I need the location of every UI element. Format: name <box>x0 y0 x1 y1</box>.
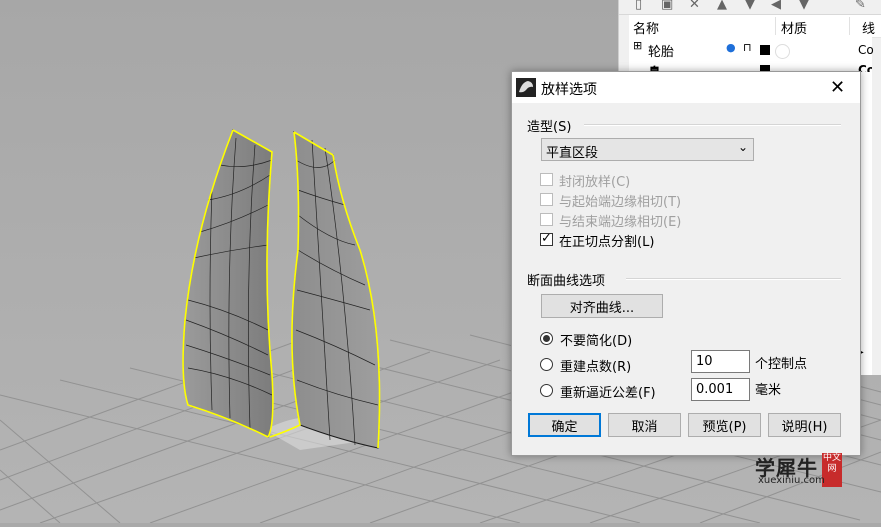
ok-button[interactable]: 确定 <box>528 413 601 437</box>
new-sublayer-icon[interactable]: ▣ <box>661 0 673 12</box>
style-section-label: 造型(S) <box>527 120 572 135</box>
column-name[interactable]: 名称 <box>633 18 659 37</box>
match-start-tangent-label: 与起始端边缘相切(T) <box>559 195 682 210</box>
do-not-simplify-radio[interactable] <box>540 332 553 345</box>
help-button[interactable]: 说明(H) <box>768 413 841 437</box>
watermark-stamp: 中文网 <box>822 453 842 487</box>
checkmark-icon: ✓ <box>541 231 552 246</box>
close-loft-label: 封闭放样(C) <box>559 175 631 190</box>
refit-unit-label: 毫米 <box>755 383 782 398</box>
layers-table-header: 名称 材质 线 <box>629 15 881 38</box>
match-end-tangent-checkbox[interactable] <box>540 213 553 226</box>
watermark-url: xuexiniu.com <box>758 475 825 486</box>
refit-radio[interactable] <box>540 384 553 397</box>
divider <box>584 124 841 126</box>
style-dropdown-value: 平直区段 <box>546 146 599 161</box>
close-button[interactable]: ✕ <box>815 72 860 103</box>
rebuild-label: 重建点数(R) <box>560 360 632 375</box>
radio-selected-dot <box>543 335 550 342</box>
column-material[interactable]: 材质 <box>781 18 807 37</box>
layer-linetype: Co <box>858 43 874 57</box>
layer-color-swatch[interactable] <box>760 45 770 55</box>
dialog-title: 放样选项 <box>541 82 597 98</box>
match-end-tangent-label: 与结束端边缘相切(E) <box>559 215 682 230</box>
layer-name: 轮胎 <box>648 45 675 60</box>
loft-options-dialog: 放样选项 ✕ 造型(S) 平直区段 ⌄ 封闭放样(C) 与起始端边缘相切(T) … <box>511 71 861 456</box>
tools-icon[interactable]: ✎ <box>855 0 866 12</box>
watermark-logo: 学犀牛 中文网 xuexiniu.com <box>752 452 844 488</box>
align-curves-button[interactable]: 对齐曲线... <box>541 294 663 318</box>
expand-icon[interactable]: ⊞ <box>633 39 642 52</box>
layers-toolbar: ▯ ▣ ✕ ▲ ▼ ◀ ▼ ✎ <box>619 0 881 15</box>
match-start-tangent-checkbox[interactable] <box>540 193 553 206</box>
cancel-button[interactable]: 取消 <box>608 413 681 437</box>
close-icon: ✕ <box>829 77 846 98</box>
dialog-titlebar[interactable]: 放样选项 ✕ <box>512 72 860 103</box>
material-icon[interactable] <box>775 44 790 59</box>
move-up-icon[interactable]: ▲ <box>717 0 727 12</box>
refit-label: 重新逼近公差(F) <box>560 386 656 401</box>
lock-icon[interactable]: ⊓ <box>743 41 752 54</box>
preview-button[interactable]: 预览(P) <box>688 413 761 437</box>
lightbulb-icon[interactable]: ● <box>726 41 736 54</box>
move-down-icon[interactable]: ▼ <box>745 0 755 12</box>
chevron-down-icon: ⌄ <box>737 140 748 154</box>
rebuild-unit-label: 个控制点 <box>755 357 808 372</box>
new-layer-icon[interactable]: ▯ <box>635 0 642 12</box>
style-dropdown[interactable]: 平直区段 ⌄ <box>541 138 754 161</box>
layer-row[interactable]: ⊞ 轮胎 ● ⊓ Co <box>629 39 874 61</box>
filter-icon[interactable]: ▼ <box>799 0 809 12</box>
refit-tolerance-input[interactable]: 0.001 <box>691 378 750 401</box>
divider <box>626 278 841 280</box>
rebuild-radio[interactable] <box>540 358 553 371</box>
move-to-parent-icon[interactable]: ◀ <box>771 0 781 12</box>
cross-section-section-label: 断面曲线选项 <box>527 274 606 289</box>
split-at-tangents-label: 在正切点分割(L) <box>559 235 655 250</box>
close-loft-checkbox[interactable] <box>540 173 553 186</box>
column-linetype[interactable]: 线 <box>862 18 875 37</box>
delete-layer-icon[interactable]: ✕ <box>689 0 700 12</box>
rebuild-count-input[interactable]: 10 <box>691 350 750 373</box>
rhino-app-icon <box>516 78 536 97</box>
split-at-tangents-checkbox[interactable]: ✓ <box>540 231 553 246</box>
do-not-simplify-label: 不要简化(D) <box>560 334 633 349</box>
